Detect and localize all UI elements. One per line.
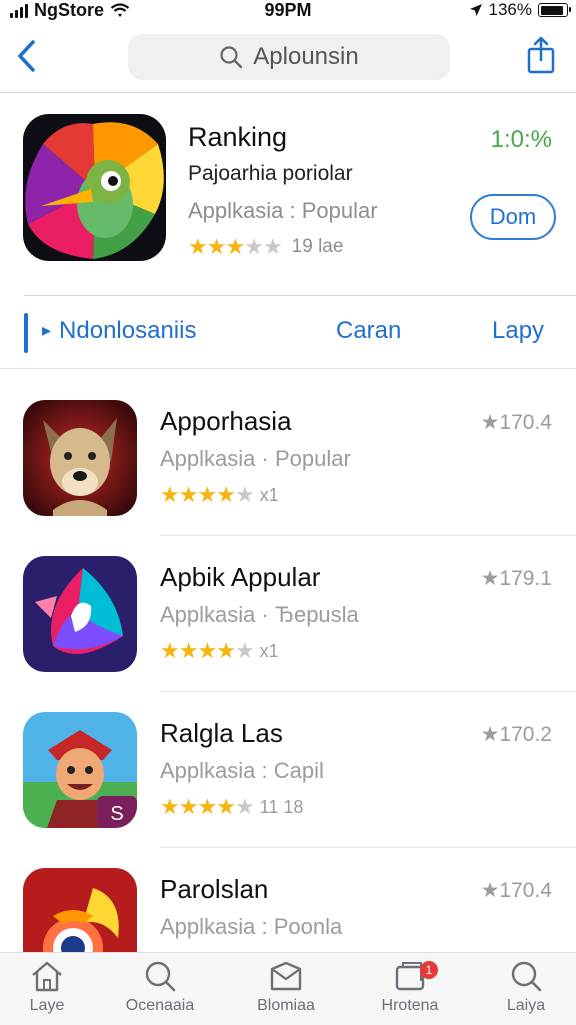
app-category: Applkasia · Popular xyxy=(160,446,351,471)
back-chevron-icon[interactable] xyxy=(14,38,40,74)
app-score: ★170.4 xyxy=(480,411,552,434)
list-item[interactable]: Apbik Appular Applkasia · Ђepusla ★★★★★ … xyxy=(0,536,576,692)
app-name: Apporhasia xyxy=(160,406,292,436)
tab-1[interactable]: Caran xyxy=(336,317,401,345)
bottom-tab-bar: Laye Ocenaaia Blomiaa 1 Hrotena Laiya xyxy=(0,952,576,1025)
featured-app-card[interactable]: Ranking Pajoarhia poriolar Applkasia : P… xyxy=(0,100,576,290)
nav-bar: Aplounsin xyxy=(0,28,576,90)
search-input[interactable]: Aplounsin xyxy=(253,43,358,71)
tab-bar-item-0[interactable]: Laye xyxy=(0,959,97,1015)
abstract-shape-icon[interactable] xyxy=(23,556,137,672)
tab-bar-item-4[interactable]: Laiya xyxy=(476,959,576,1015)
star-rating-icon: ★★★★★ xyxy=(160,794,255,819)
featured-rating-count: 19 lae xyxy=(291,236,344,257)
app-rating: ★★★★★ x1 xyxy=(160,482,279,508)
tab-bar-label: Laiya xyxy=(506,997,546,1014)
search-icon xyxy=(220,46,243,69)
dog-icon[interactable] xyxy=(23,400,137,516)
tab-bar-item-3[interactable]: 1 Hrotena xyxy=(360,959,460,1015)
star-rating-icon: ★★★★★ xyxy=(160,482,255,507)
location-icon xyxy=(469,4,482,16)
app-score: ★170.4 xyxy=(480,879,552,902)
segment-tabs: ▸ Ndonlosaniis Caran Lapy xyxy=(0,305,576,365)
list-item[interactable]: S Ralgla Las Applkasia : Capil ★★★★★ 11 … xyxy=(0,692,576,848)
featured-rating: ★★★★★ 19 lae xyxy=(188,234,343,260)
search-icon xyxy=(145,961,176,992)
tab-bar-item-2[interactable]: Blomiaa xyxy=(236,959,336,1015)
updates-badge: 1 xyxy=(420,961,438,979)
search-icon xyxy=(511,961,542,992)
app-name: Ralgla Las xyxy=(160,718,283,748)
tab-bar-label: Laye xyxy=(29,997,65,1014)
app-rating-count: 11 18 xyxy=(259,796,304,817)
tabs-top-divider xyxy=(24,295,576,296)
app-score: ★179.1 xyxy=(480,567,552,590)
tab-bar-item-1[interactable]: Ocenaaia xyxy=(110,959,210,1015)
featured-category: Applkasia : Popular xyxy=(188,198,378,223)
app-rating-count: x1 xyxy=(259,640,279,661)
app-category: Applkasia : Capil xyxy=(160,758,324,783)
search-bar[interactable]: Aplounsin xyxy=(128,34,450,80)
app-name: Parolslan xyxy=(160,874,269,904)
list-item[interactable]: Apporhasia Applkasia · Popular ★★★★★ x1 … xyxy=(0,380,576,536)
app-rating: ★★★★★ x1 xyxy=(160,638,279,664)
battery-percent: 136% xyxy=(488,0,532,19)
status-bar: NgStore 99PM 136% xyxy=(0,0,576,24)
status-right: 136% xyxy=(469,0,571,20)
featured-title: Ranking xyxy=(188,122,288,152)
battery-fill xyxy=(540,5,563,15)
app-category: Applkasia · Ђepusla xyxy=(160,602,359,627)
home-icon xyxy=(32,961,62,992)
app-category: Applkasia : Poonla xyxy=(160,914,343,939)
share-icon[interactable] xyxy=(526,36,556,74)
app-name: Apbik Appular xyxy=(160,562,321,592)
svg-text:S: S xyxy=(110,803,123,825)
app-score: ★170.2 xyxy=(480,723,552,746)
chevron-right-icon: ▸ xyxy=(42,320,52,340)
featured-price: 1:0:% xyxy=(490,126,552,153)
app-rating: ★★★★★ 11 18 xyxy=(160,794,303,820)
tabs-divider xyxy=(0,368,576,369)
inbox-icon xyxy=(270,961,302,991)
app-rating-count: x1 xyxy=(259,484,279,505)
battery-icon xyxy=(538,3,571,17)
featured-subtitle: Pajoarhia poriolar xyxy=(188,162,353,185)
header-divider xyxy=(0,92,576,93)
tab-0[interactable]: ▸ Ndonlosaniis xyxy=(42,317,196,345)
tab-label: Ndonlosaniis xyxy=(59,317,197,344)
tab-active-indicator xyxy=(24,313,28,353)
get-button[interactable]: Dom xyxy=(470,194,556,240)
tab-bar-label: Ocenaaia xyxy=(125,997,195,1014)
tab-bar-label: Blomiaa xyxy=(257,997,315,1014)
bird-app-icon[interactable] xyxy=(23,114,166,261)
star-rating-icon: ★★★★★ xyxy=(188,234,283,259)
tab-2[interactable]: Lapy xyxy=(492,317,544,345)
star-rating-icon: ★★★★★ xyxy=(160,638,255,663)
tab-bar-label: Hrotena xyxy=(381,997,439,1014)
game-character-icon[interactable]: S xyxy=(23,712,137,828)
